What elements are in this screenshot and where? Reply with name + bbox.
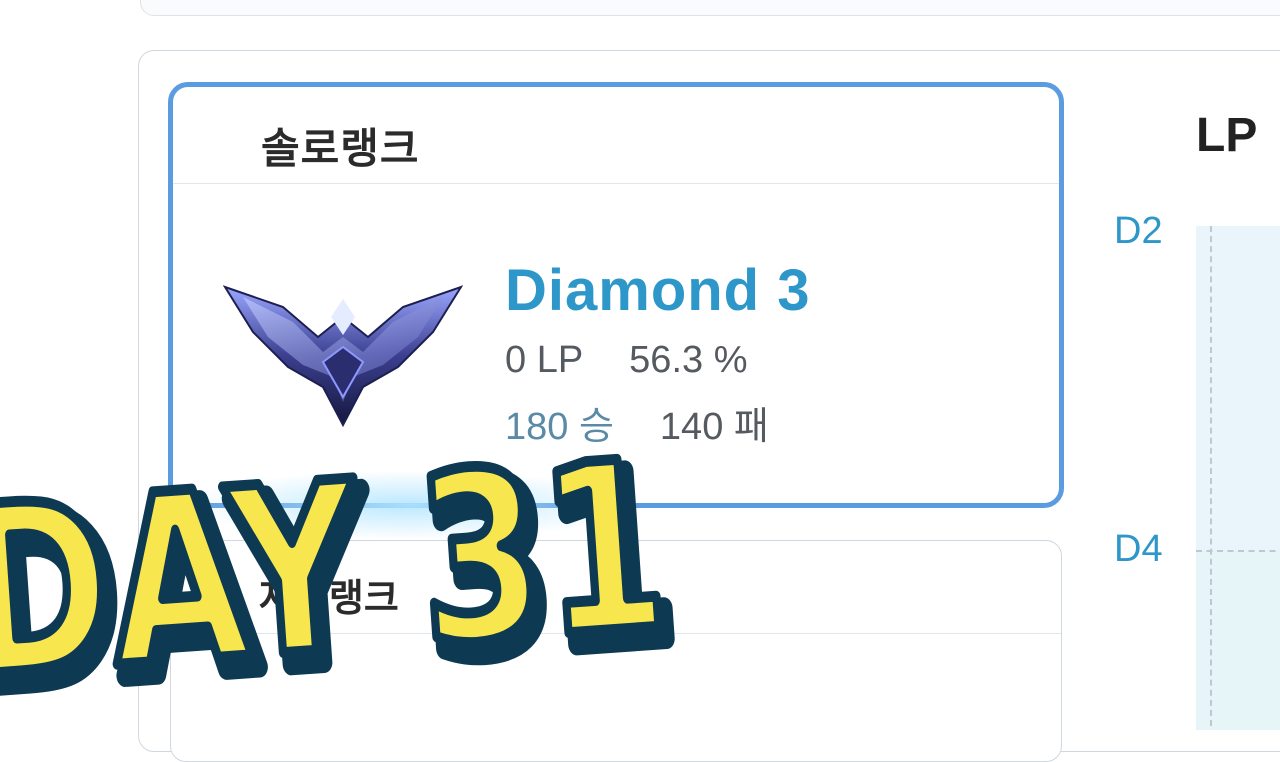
- solo-rank-title: 솔로랭크: [261, 125, 420, 172]
- card-divider: [173, 183, 1059, 184]
- solo-rank-card[interactable]: 솔로랭크 Diamond 3 0 LP 56.3 % 180 승 140 패: [168, 82, 1064, 508]
- flex-rank-title: 자유랭크: [259, 578, 399, 620]
- lp-graph-area-lower: [1196, 550, 1280, 730]
- lp-winrate-line: 0 LP 56.3 %: [505, 339, 747, 382]
- win-loss-line: 180 승 140 패: [505, 395, 769, 450]
- wins-value: 180 승: [505, 406, 614, 448]
- y-axis-label-d4: D4: [1114, 528, 1163, 570]
- y-axis-label-d2: D2: [1114, 210, 1163, 252]
- lp-value: 0 LP: [505, 339, 584, 381]
- top-summary-card: [140, 0, 1280, 16]
- flex-rank-card[interactable]: 자유랭크: [170, 540, 1062, 762]
- graph-gridline-horizontal: [1196, 550, 1280, 552]
- winrate-value: 56.3 %: [629, 339, 748, 381]
- card-divider: [171, 633, 1061, 634]
- diamond-emblem-icon: [223, 285, 463, 427]
- graph-gridline-vertical: [1210, 226, 1212, 726]
- tier-label: Diamond 3: [505, 258, 811, 323]
- losses-value: 140 패: [659, 406, 769, 448]
- overlay-glow: [180, 470, 640, 540]
- lp-graph-title: LP: [1196, 109, 1258, 162]
